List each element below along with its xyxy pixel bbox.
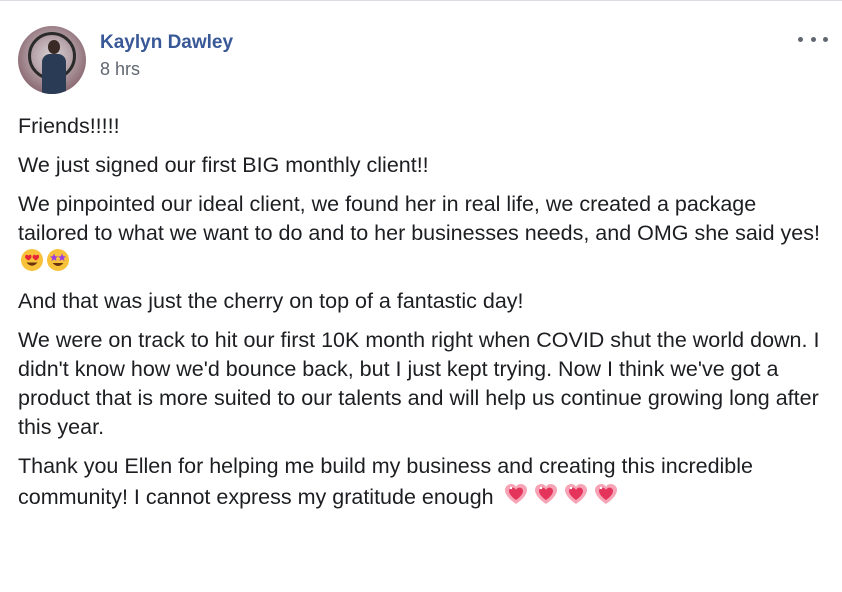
sparkling-heart-emoji-icon xyxy=(592,481,620,507)
avatar[interactable] xyxy=(18,26,86,94)
more-dot-icon xyxy=(823,36,828,42)
heart-eyes-emoji-icon xyxy=(20,248,44,272)
post-header: Kaylyn Dawley 8 hrs xyxy=(18,26,233,94)
paragraph-text: Friends!!!!! xyxy=(18,114,120,138)
post-paragraph: We just signed our first BIG monthly cli… xyxy=(18,151,824,180)
more-dot-icon xyxy=(798,36,803,42)
paragraph-text: And that was just the cherry on top of a… xyxy=(18,289,524,313)
sparkling-heart-emoji-icon xyxy=(532,481,560,507)
post-timestamp[interactable]: 8 hrs xyxy=(100,57,233,81)
post-paragraph: Thank you Ellen for helping me build my … xyxy=(18,452,824,512)
post-paragraph: We pinpointed our ideal client, we found… xyxy=(18,190,824,277)
more-options-button[interactable] xyxy=(798,31,828,47)
avatar-head-shape xyxy=(48,40,60,54)
paragraph-text: We just signed our first BIG monthly cli… xyxy=(18,153,429,177)
author-name-link[interactable]: Kaylyn Dawley xyxy=(100,31,233,55)
star-struck-emoji-icon xyxy=(46,248,70,272)
post-paragraph: Friends!!!!! xyxy=(18,112,824,141)
sparkling-heart-emoji-icon xyxy=(562,481,590,507)
post-text: Friends!!!!! We just signed our first BI… xyxy=(18,112,824,522)
paragraph-text: Thank you Ellen for helping me build my … xyxy=(18,454,753,509)
post-paragraph: And that was just the cherry on top of a… xyxy=(18,287,824,316)
sparkling-heart-emoji-icon xyxy=(502,481,530,507)
post-paragraph: We were on track to hit our first 10K mo… xyxy=(18,326,824,442)
paragraph-text: We pinpointed our ideal client, we found… xyxy=(18,192,820,245)
more-dot-icon xyxy=(810,36,816,42)
facebook-post-card: Kaylyn Dawley 8 hrs Friends!!!!! We just… xyxy=(0,0,842,592)
post-meta: Kaylyn Dawley 8 hrs xyxy=(100,31,233,81)
paragraph-text: We were on track to hit our first 10K mo… xyxy=(18,328,820,439)
avatar-body-shape xyxy=(42,54,66,94)
